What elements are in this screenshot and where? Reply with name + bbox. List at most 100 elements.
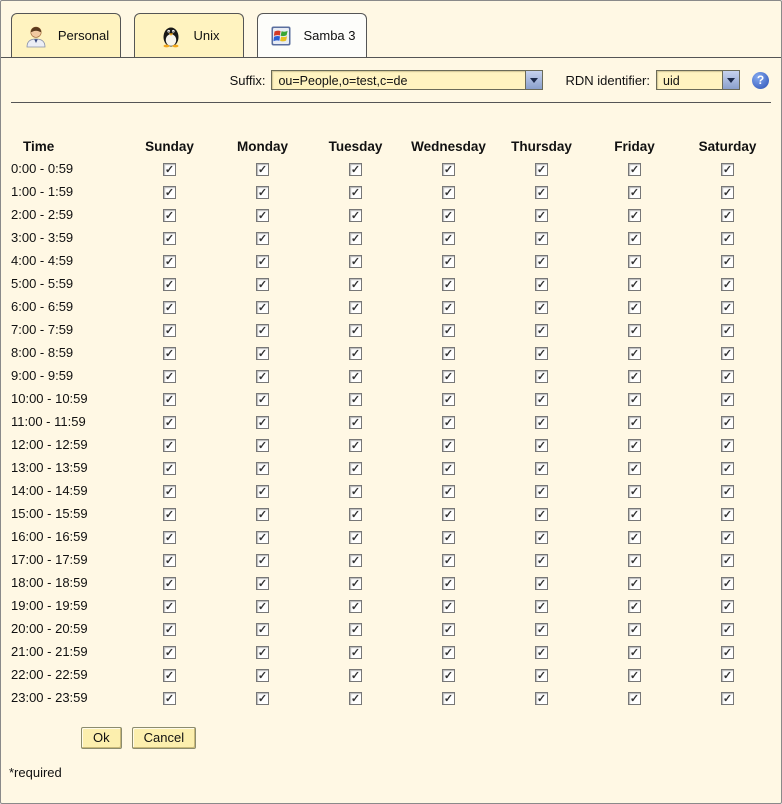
- logon-hour-checkbox[interactable]: ✓: [442, 462, 455, 475]
- logon-hour-checkbox[interactable]: ✓: [628, 255, 641, 268]
- logon-hour-checkbox[interactable]: ✓: [628, 232, 641, 245]
- logon-hour-checkbox[interactable]: ✓: [535, 301, 548, 314]
- logon-hour-checkbox[interactable]: ✓: [256, 439, 269, 452]
- logon-hour-checkbox[interactable]: ✓: [163, 623, 176, 636]
- logon-hour-checkbox[interactable]: ✓: [256, 186, 269, 199]
- logon-hour-checkbox[interactable]: ✓: [163, 301, 176, 314]
- logon-hour-checkbox[interactable]: ✓: [442, 416, 455, 429]
- logon-hour-checkbox[interactable]: ✓: [163, 163, 176, 176]
- logon-hour-checkbox[interactable]: ✓: [256, 462, 269, 475]
- logon-hour-checkbox[interactable]: ✓: [256, 646, 269, 659]
- logon-hour-checkbox[interactable]: ✓: [442, 232, 455, 245]
- logon-hour-checkbox[interactable]: ✓: [256, 623, 269, 636]
- logon-hour-checkbox[interactable]: ✓: [535, 462, 548, 475]
- logon-hour-checkbox[interactable]: ✓: [349, 692, 362, 705]
- logon-hour-checkbox[interactable]: ✓: [349, 554, 362, 567]
- logon-hour-checkbox[interactable]: ✓: [163, 255, 176, 268]
- logon-hour-checkbox[interactable]: ✓: [163, 554, 176, 567]
- logon-hour-checkbox[interactable]: ✓: [349, 301, 362, 314]
- logon-hour-checkbox[interactable]: ✓: [442, 646, 455, 659]
- logon-hour-checkbox[interactable]: ✓: [535, 416, 548, 429]
- logon-hour-checkbox[interactable]: ✓: [349, 416, 362, 429]
- logon-hour-checkbox[interactable]: ✓: [721, 186, 734, 199]
- logon-hour-checkbox[interactable]: ✓: [349, 232, 362, 245]
- logon-hour-checkbox[interactable]: ✓: [442, 554, 455, 567]
- logon-hour-checkbox[interactable]: ✓: [721, 692, 734, 705]
- logon-hour-checkbox[interactable]: ✓: [442, 301, 455, 314]
- logon-hour-checkbox[interactable]: ✓: [163, 186, 176, 199]
- logon-hour-checkbox[interactable]: ✓: [535, 508, 548, 521]
- logon-hour-checkbox[interactable]: ✓: [535, 186, 548, 199]
- logon-hour-checkbox[interactable]: ✓: [349, 370, 362, 383]
- logon-hour-checkbox[interactable]: ✓: [721, 439, 734, 452]
- suffix-select[interactable]: ou=People,o=test,c=de: [271, 70, 543, 90]
- logon-hour-checkbox[interactable]: ✓: [256, 577, 269, 590]
- logon-hour-checkbox[interactable]: ✓: [721, 301, 734, 314]
- logon-hour-checkbox[interactable]: ✓: [163, 439, 176, 452]
- logon-hour-checkbox[interactable]: ✓: [163, 531, 176, 544]
- logon-hour-checkbox[interactable]: ✓: [349, 462, 362, 475]
- logon-hour-checkbox[interactable]: ✓: [256, 416, 269, 429]
- logon-hour-checkbox[interactable]: ✓: [535, 324, 548, 337]
- logon-hour-checkbox[interactable]: ✓: [442, 324, 455, 337]
- logon-hour-checkbox[interactable]: ✓: [442, 623, 455, 636]
- logon-hour-checkbox[interactable]: ✓: [721, 255, 734, 268]
- logon-hour-checkbox[interactable]: ✓: [163, 232, 176, 245]
- logon-hour-checkbox[interactable]: ✓: [256, 600, 269, 613]
- logon-hour-checkbox[interactable]: ✓: [256, 508, 269, 521]
- logon-hour-checkbox[interactable]: ✓: [628, 301, 641, 314]
- logon-hour-checkbox[interactable]: ✓: [721, 646, 734, 659]
- logon-hour-checkbox[interactable]: ✓: [256, 485, 269, 498]
- logon-hour-checkbox[interactable]: ✓: [628, 669, 641, 682]
- logon-hour-checkbox[interactable]: ✓: [721, 347, 734, 360]
- logon-hour-checkbox[interactable]: ✓: [163, 393, 176, 406]
- logon-hour-checkbox[interactable]: ✓: [349, 600, 362, 613]
- logon-hour-checkbox[interactable]: ✓: [628, 186, 641, 199]
- logon-hour-checkbox[interactable]: ✓: [535, 646, 548, 659]
- logon-hour-checkbox[interactable]: ✓: [349, 255, 362, 268]
- rdn-identifier-select[interactable]: uid: [656, 70, 740, 90]
- logon-hour-checkbox[interactable]: ✓: [535, 370, 548, 383]
- logon-hour-checkbox[interactable]: ✓: [628, 370, 641, 383]
- logon-hour-checkbox[interactable]: ✓: [163, 462, 176, 475]
- logon-hour-checkbox[interactable]: ✓: [721, 485, 734, 498]
- logon-hour-checkbox[interactable]: ✓: [349, 439, 362, 452]
- logon-hour-checkbox[interactable]: ✓: [721, 416, 734, 429]
- logon-hour-checkbox[interactable]: ✓: [535, 393, 548, 406]
- logon-hour-checkbox[interactable]: ✓: [349, 347, 362, 360]
- logon-hour-checkbox[interactable]: ✓: [721, 577, 734, 590]
- logon-hour-checkbox[interactable]: ✓: [628, 278, 641, 291]
- logon-hour-checkbox[interactable]: ✓: [628, 393, 641, 406]
- logon-hour-checkbox[interactable]: ✓: [535, 347, 548, 360]
- logon-hour-checkbox[interactable]: ✓: [628, 462, 641, 475]
- logon-hour-checkbox[interactable]: ✓: [628, 577, 641, 590]
- logon-hour-checkbox[interactable]: ✓: [721, 554, 734, 567]
- help-icon[interactable]: ?: [752, 72, 769, 89]
- logon-hour-checkbox[interactable]: ✓: [628, 692, 641, 705]
- logon-hour-checkbox[interactable]: ✓: [442, 577, 455, 590]
- cancel-button[interactable]: Cancel: [132, 727, 196, 749]
- logon-hour-checkbox[interactable]: ✓: [721, 531, 734, 544]
- logon-hour-checkbox[interactable]: ✓: [163, 209, 176, 222]
- logon-hour-checkbox[interactable]: ✓: [721, 669, 734, 682]
- logon-hour-checkbox[interactable]: ✓: [442, 278, 455, 291]
- logon-hour-checkbox[interactable]: ✓: [442, 163, 455, 176]
- logon-hour-checkbox[interactable]: ✓: [721, 163, 734, 176]
- logon-hour-checkbox[interactable]: ✓: [349, 508, 362, 521]
- logon-hour-checkbox[interactable]: ✓: [349, 278, 362, 291]
- logon-hour-checkbox[interactable]: ✓: [628, 324, 641, 337]
- logon-hour-checkbox[interactable]: ✓: [349, 669, 362, 682]
- logon-hour-checkbox[interactable]: ✓: [535, 531, 548, 544]
- logon-hour-checkbox[interactable]: ✓: [256, 554, 269, 567]
- logon-hour-checkbox[interactable]: ✓: [349, 163, 362, 176]
- logon-hour-checkbox[interactable]: ✓: [535, 577, 548, 590]
- logon-hour-checkbox[interactable]: ✓: [442, 600, 455, 613]
- logon-hour-checkbox[interactable]: ✓: [721, 623, 734, 636]
- logon-hour-checkbox[interactable]: ✓: [256, 278, 269, 291]
- logon-hour-checkbox[interactable]: ✓: [349, 209, 362, 222]
- logon-hour-checkbox[interactable]: ✓: [721, 278, 734, 291]
- logon-hour-checkbox[interactable]: ✓: [256, 255, 269, 268]
- tab-samba3[interactable]: Samba 3: [257, 13, 367, 57]
- logon-hour-checkbox[interactable]: ✓: [721, 232, 734, 245]
- logon-hour-checkbox[interactable]: ✓: [628, 554, 641, 567]
